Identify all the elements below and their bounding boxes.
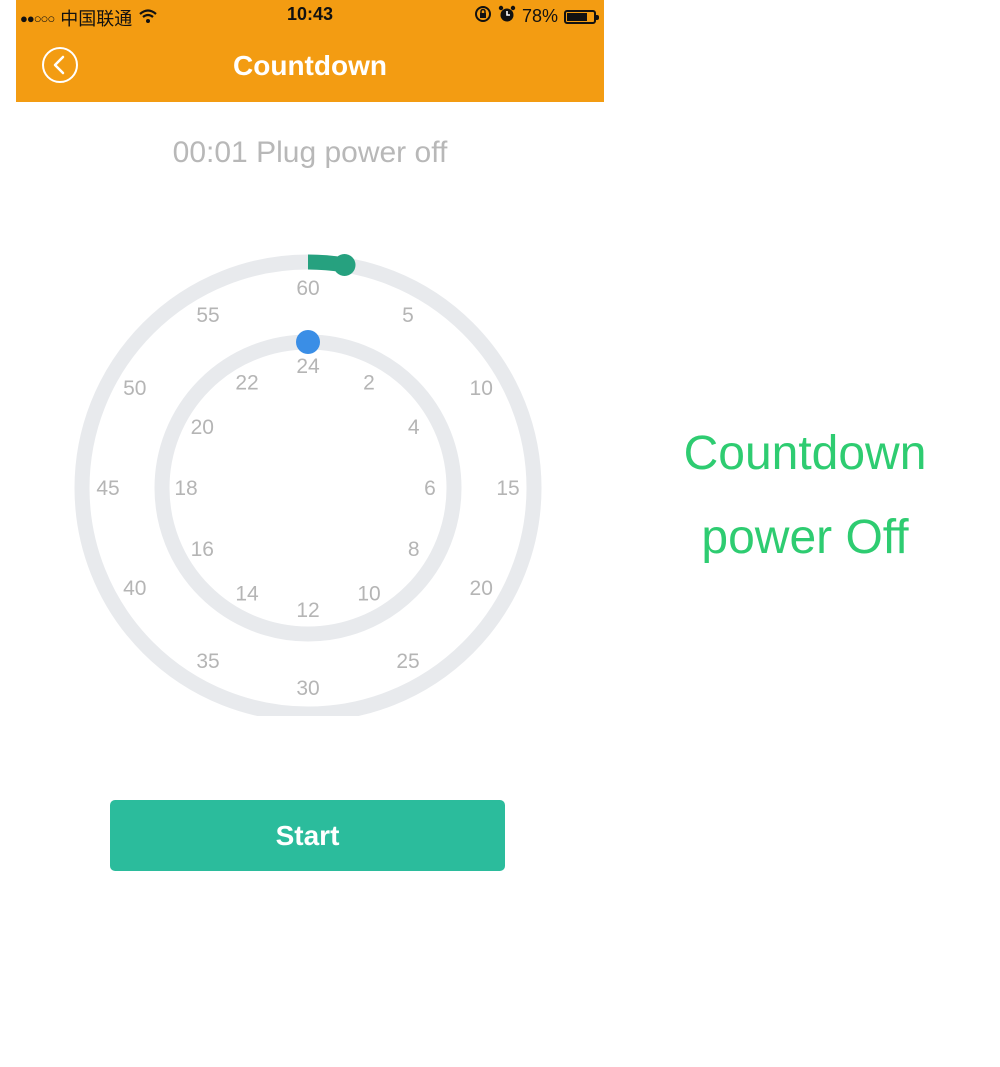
minute-handle[interactable] [333, 254, 356, 276]
alarm-icon [498, 5, 516, 28]
minute-tick-50: 50 [123, 377, 146, 400]
page-title: Countdown [233, 50, 387, 81]
start-button[interactable]: Start [110, 800, 505, 871]
hour-tick-16: 16 [191, 538, 214, 561]
minute-tick-55: 55 [196, 304, 219, 327]
hour-tick-10: 10 [357, 583, 380, 606]
dial-svg[interactable]: 60510152025303540455055 2424681012141618… [66, 226, 550, 716]
minute-tick-20: 20 [470, 577, 493, 600]
battery-icon [564, 9, 599, 24]
minute-tick-60: 60 [296, 277, 319, 300]
countdown-dial[interactable]: 60 5 10 15 20 25 30 35 40 45 50 55 24 2 4 6 8 10 12 14 16 18… [66, 226, 550, 716]
minute-tick-10: 10 [470, 377, 493, 400]
phone-screen: ●●○○○ 中国联通 10:43 78% Countdown 00:01 Plu… [16, 0, 604, 1067]
minute-track[interactable] [74, 254, 542, 716]
hour-tick-14: 14 [235, 583, 259, 606]
hour-track[interactable] [154, 334, 462, 642]
hour-tick-8: 8 [408, 538, 420, 561]
battery-level [567, 12, 588, 21]
hour-tick-6: 6 [424, 477, 436, 500]
hour-tick-20: 20 [191, 416, 214, 439]
caption-line-1: Countdown [683, 427, 927, 480]
hour-tick-4: 4 [408, 416, 420, 439]
battery-percent: 78% [521, 6, 558, 26]
countdown-status-text: 00:01 Plug power off [172, 136, 448, 169]
hour-handle[interactable] [296, 330, 320, 354]
minute-tick-40: 40 [123, 577, 146, 600]
minute-tick-5: 5 [402, 304, 414, 327]
caption-line-2: power Off [701, 511, 909, 564]
minute-tick-35: 35 [196, 650, 219, 673]
hour-tick-2: 2 [363, 371, 375, 394]
nav-bar: Countdown [16, 30, 604, 102]
hour-tick-24: 24 [296, 355, 320, 378]
hour-tick-18: 18 [174, 477, 197, 500]
hour-tick-12: 12 [296, 599, 319, 622]
rotation-lock-icon [474, 5, 492, 28]
hour-tick-22: 22 [235, 371, 258, 394]
minute-tick-45: 45 [96, 477, 119, 500]
minute-tick-25: 25 [396, 650, 419, 673]
minute-tick-30: 30 [296, 677, 319, 700]
status-bar: ●●○○○ 中国联通 10:43 78% [16, 0, 604, 30]
minute-tick-15: 15 [496, 477, 519, 500]
hour-tick-labels: 24246810121416182022 [174, 355, 436, 622]
status-right: 78% [474, 5, 599, 28]
